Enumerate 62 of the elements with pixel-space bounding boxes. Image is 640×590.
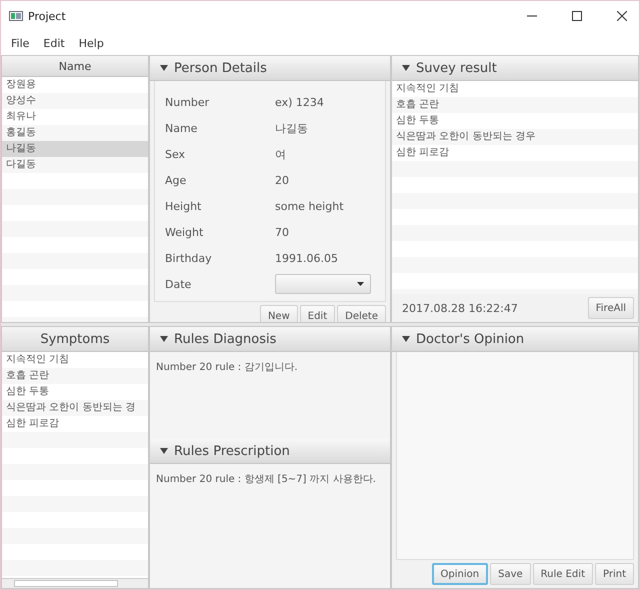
list-item[interactable]: 지속적인 기침 [392, 81, 638, 97]
dropdown-arrow-icon [357, 282, 364, 286]
button[interactable]: New [260, 305, 298, 322]
pane-header[interactable]: Person Details [150, 56, 390, 81]
list-item[interactable]: 홍길동 [2, 125, 148, 141]
timestamp: 2017.08.28 16:22:47 [402, 302, 518, 314]
collapse-arrow-icon[interactable] [160, 65, 168, 71]
button[interactable]: Edit [300, 305, 336, 322]
maximize-icon[interactable] [572, 11, 582, 21]
field-value: ex) 1234 [275, 96, 324, 108]
list-item[interactable]: 호흡 곤란 [392, 97, 638, 113]
button[interactable]: Rule Edit [532, 563, 593, 585]
field-label: Sex [165, 148, 186, 160]
list-item[interactable]: 심한 두통 [2, 384, 148, 400]
collapse-arrow-icon[interactable] [160, 448, 168, 454]
list-item[interactable]: 나길동 [2, 141, 148, 157]
list-item[interactable]: 장원용 [2, 77, 148, 93]
close-icon[interactable] [617, 11, 627, 21]
menu-item[interactable]: Edit [43, 36, 65, 50]
list-item[interactable]: 심한 두통 [392, 113, 638, 129]
field-value: 70 [275, 226, 289, 238]
window-title: Project [28, 10, 66, 22]
field-label: Birthday [165, 252, 213, 264]
pane-header[interactable]: Suvey result [392, 56, 638, 81]
field-value: 여 [275, 146, 286, 162]
button[interactable]: Delete [337, 305, 386, 322]
collapse-arrow-icon[interactable] [402, 65, 410, 71]
rule-text: Number 20 rule : 감기입니다. [156, 361, 299, 374]
list-item[interactable]: 식은땀과 오한이 동반되는 경 [2, 400, 148, 416]
pane-header[interactable]: Doctor's Opinion [392, 327, 638, 352]
pane-header[interactable]: Rules Prescription [150, 439, 390, 464]
app-icon [9, 11, 23, 21]
field-value: some height [275, 200, 344, 212]
button[interactable]: Opinion [432, 563, 488, 585]
collapse-arrow-icon[interactable] [160, 336, 168, 342]
list-item[interactable]: 심한 피로감 [2, 416, 148, 432]
rule-text: Number 20 rule : 항생제 [5~7] 까지 사용한다. [156, 473, 377, 486]
field-value: 1991.06.05 [275, 252, 338, 264]
button[interactable]: Save [490, 563, 531, 585]
field-value: 20 [275, 174, 289, 186]
list-item[interactable]: 심한 피로감 [392, 145, 638, 161]
field-label: Name [165, 122, 198, 134]
menu-item[interactable]: File [11, 36, 30, 50]
horizontal-scrollbar[interactable] [2, 578, 148, 588]
button[interactable]: FireAll [588, 297, 634, 319]
collapse-arrow-icon[interactable] [402, 336, 410, 342]
pane-header[interactable]: Rules Diagnosis [150, 327, 390, 352]
list-item[interactable]: 지속적인 기침 [2, 352, 148, 368]
field-label: Height [165, 200, 202, 212]
field-label: Weight [165, 226, 204, 238]
field-value: 나길동 [275, 120, 308, 136]
field-label: Date [165, 278, 192, 290]
list-item[interactable]: 호흡 곤란 [2, 368, 148, 384]
field-label: Number [165, 96, 210, 108]
field-label: Age [165, 174, 188, 186]
list-item[interactable]: 식은땀과 오한이 동반되는 경우 [392, 129, 638, 145]
menu-item[interactable]: Help [78, 36, 104, 50]
button[interactable]: Print [594, 563, 634, 585]
list-item[interactable]: 최유나 [2, 109, 148, 125]
list-item[interactable]: 양성수 [2, 93, 148, 109]
list-item[interactable]: 다길동 [2, 157, 148, 173]
scrollbar-thumb[interactable] [14, 580, 118, 587]
